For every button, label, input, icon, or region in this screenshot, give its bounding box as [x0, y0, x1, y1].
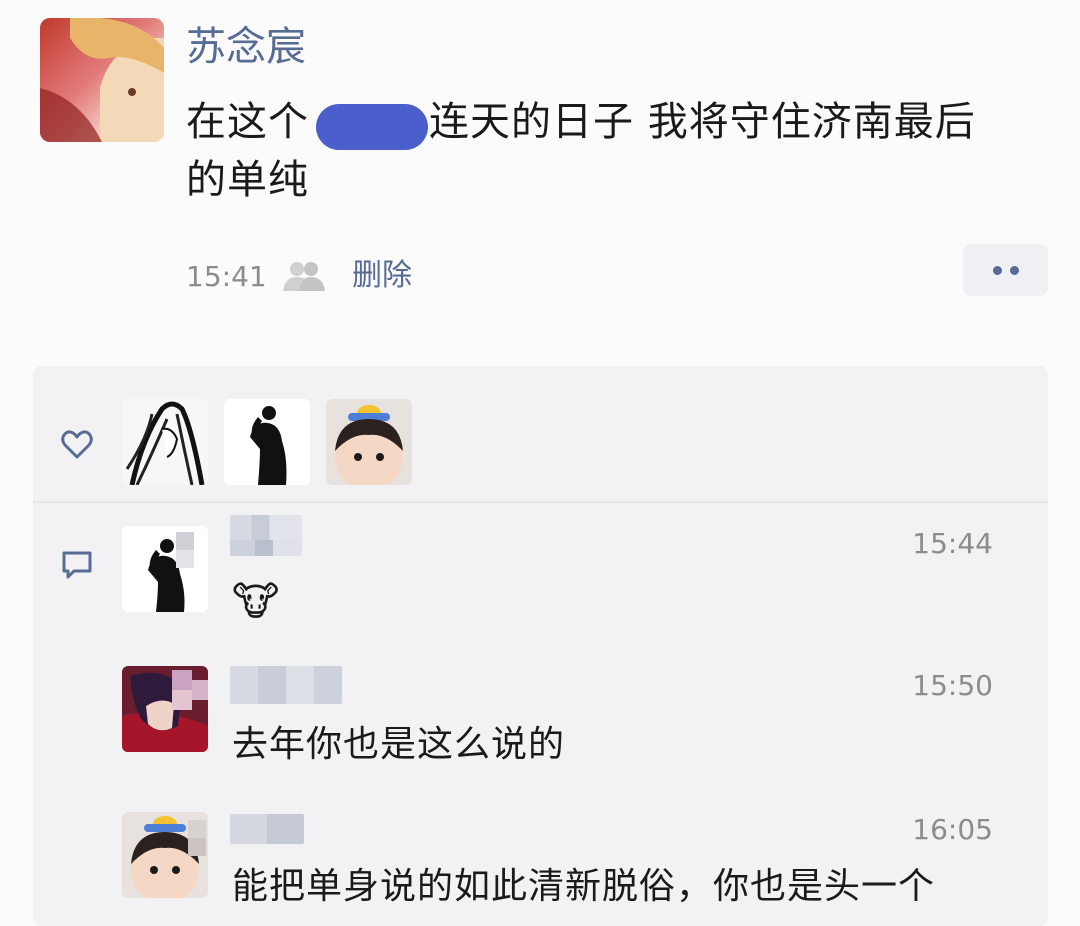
like-avatar-silhouette[interactable]	[224, 399, 310, 485]
author-avatar[interactable]	[40, 18, 164, 142]
like-avatar-ink-drawing[interactable]	[122, 399, 208, 485]
heart-icon	[61, 430, 93, 459]
comment-icon	[62, 551, 92, 579]
more-dot-icon	[992, 265, 1002, 275]
commenter-name-blurred[interactable]	[230, 666, 342, 704]
post-text-line2: 的单纯	[186, 157, 309, 203]
comment-avatar[interactable]	[122, 526, 208, 612]
commenter-name-blurred-lower	[230, 540, 302, 556]
commenter-name-blurred[interactable]	[230, 814, 304, 844]
comment-text: 能把单身说的如此清新脱俗，你也是头一个	[232, 866, 936, 907]
comment-text: 🐮	[232, 579, 281, 625]
post-text: 在这个 连天的日子 我将守住济南最后 的单纯	[186, 93, 1036, 209]
comment-avatar[interactable]	[122, 812, 208, 898]
more-dot-icon	[1009, 265, 1019, 275]
comment-timestamp: 15:50	[912, 669, 993, 702]
delete-link[interactable]: 删除	[352, 257, 412, 295]
comment-avatar[interactable]	[122, 666, 208, 752]
post-timestamp: 15:41	[186, 260, 267, 293]
like-avatar-baby[interactable]	[326, 399, 412, 485]
comment-timestamp: 15:44	[912, 527, 993, 560]
post-author-name[interactable]: 苏念宸	[186, 22, 306, 72]
comment-text: 去年你也是这么说的	[232, 724, 566, 765]
censor-blob	[316, 104, 428, 150]
likes-divider	[33, 501, 1048, 503]
post-text-line1-start: 在这个	[186, 99, 309, 145]
post-text-line1-end: 连天的日子 我将守住济南最后	[429, 99, 976, 145]
more-actions-button[interactable]	[963, 244, 1048, 296]
friends-visibility-icon[interactable]	[281, 259, 327, 293]
comment-timestamp: 16:05	[912, 813, 993, 846]
